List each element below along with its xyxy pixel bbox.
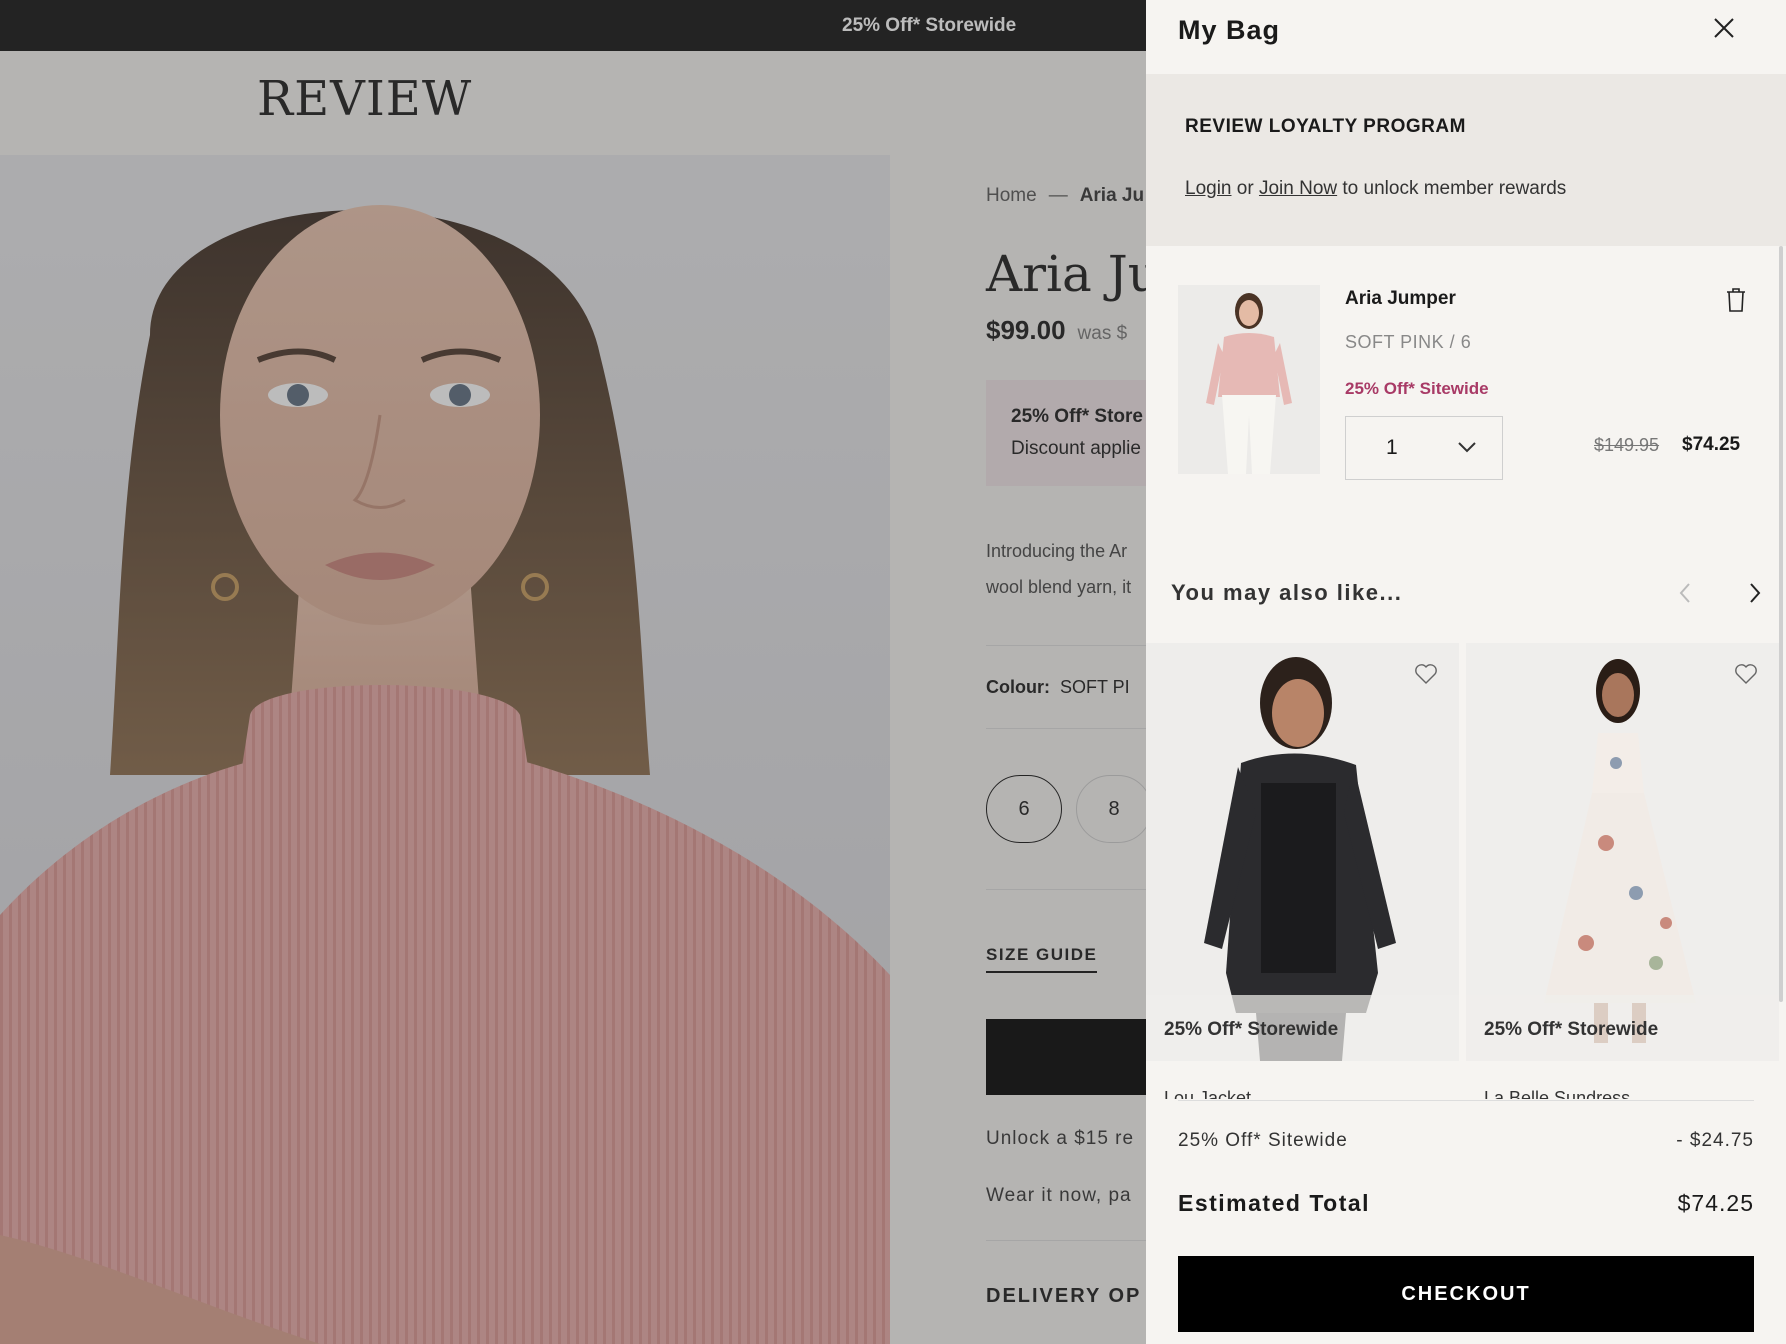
quantity-value: 1 (1386, 436, 1398, 459)
loyalty-or: or (1236, 178, 1254, 199)
chevron-down-icon (1456, 439, 1478, 455)
drawer-header: My Bag (1146, 0, 1786, 74)
cart-item-price: $74.25 (1682, 434, 1741, 455)
bag-summary: 25% Off* Sitewide - $24.75 Estimated Tot… (1146, 1100, 1786, 1344)
drawer-title: My Bag (1178, 15, 1281, 45)
quantity-select[interactable]: 1 (1345, 416, 1503, 480)
recommendation-name[interactable]: Lou Jacket (1164, 1088, 1251, 1099)
recommendation-card[interactable]: 25% Off* Storewide (1466, 643, 1779, 1061)
chevron-left-icon[interactable] (1674, 580, 1696, 606)
loyalty-suffix: to unlock member rewards (1342, 178, 1567, 199)
bag-drawer: My Bag REVIEW LOYALTY PROGRAM Login or J… (1146, 0, 1786, 1344)
heart-icon[interactable] (1734, 663, 1758, 685)
loyalty-title: REVIEW LOYALTY PROGRAM (1185, 116, 1466, 137)
cart-item: Aria Jumper SOFT PINK / 6 25% Off* Sitew… (1146, 246, 1786, 506)
join-now-link[interactable]: Join Now (1259, 178, 1337, 199)
cart-item-name[interactable]: Aria Jumper (1345, 288, 1456, 310)
estimated-total-label: Estimated Total (1178, 1190, 1371, 1216)
drawer-scrollbar[interactable] (1778, 246, 1784, 1002)
close-icon[interactable] (1706, 10, 1742, 46)
trash-icon[interactable] (1724, 287, 1748, 313)
chevron-right-icon[interactable] (1744, 580, 1766, 606)
checkout-button[interactable]: CHECKOUT (1178, 1256, 1754, 1332)
discount-label: 25% Off* Sitewide (1178, 1130, 1348, 1151)
heart-icon[interactable] (1414, 663, 1438, 685)
cart-item-original-price: $149.95 (1594, 435, 1660, 455)
recommendation-badge: 25% Off* Storewide (1146, 995, 1459, 1061)
divider (1178, 1100, 1754, 1101)
discount-value: - $24.75 (1676, 1130, 1754, 1151)
cart-item-promo: 25% Off* Sitewide (1345, 379, 1489, 398)
loyalty-panel: REVIEW LOYALTY PROGRAM Login or Join Now… (1146, 74, 1786, 246)
recommendation-badge: 25% Off* Storewide (1466, 995, 1779, 1061)
recommendation-card[interactable]: 25% Off* Storewide (1146, 643, 1459, 1061)
login-link[interactable]: Login (1185, 178, 1232, 199)
recommendations-title: You may also like... (1171, 580, 1403, 605)
recommendation-name[interactable]: La Belle Sundress (1484, 1088, 1630, 1099)
estimated-total-value: $74.25 (1677, 1190, 1754, 1216)
scrollbar-thumb[interactable] (1779, 246, 1783, 1002)
cart-item-thumbnail[interactable] (1178, 285, 1320, 474)
cart-item-variant: SOFT PINK / 6 (1345, 332, 1472, 352)
loyalty-text: Login or Join Now to unlock member rewar… (1185, 178, 1747, 200)
